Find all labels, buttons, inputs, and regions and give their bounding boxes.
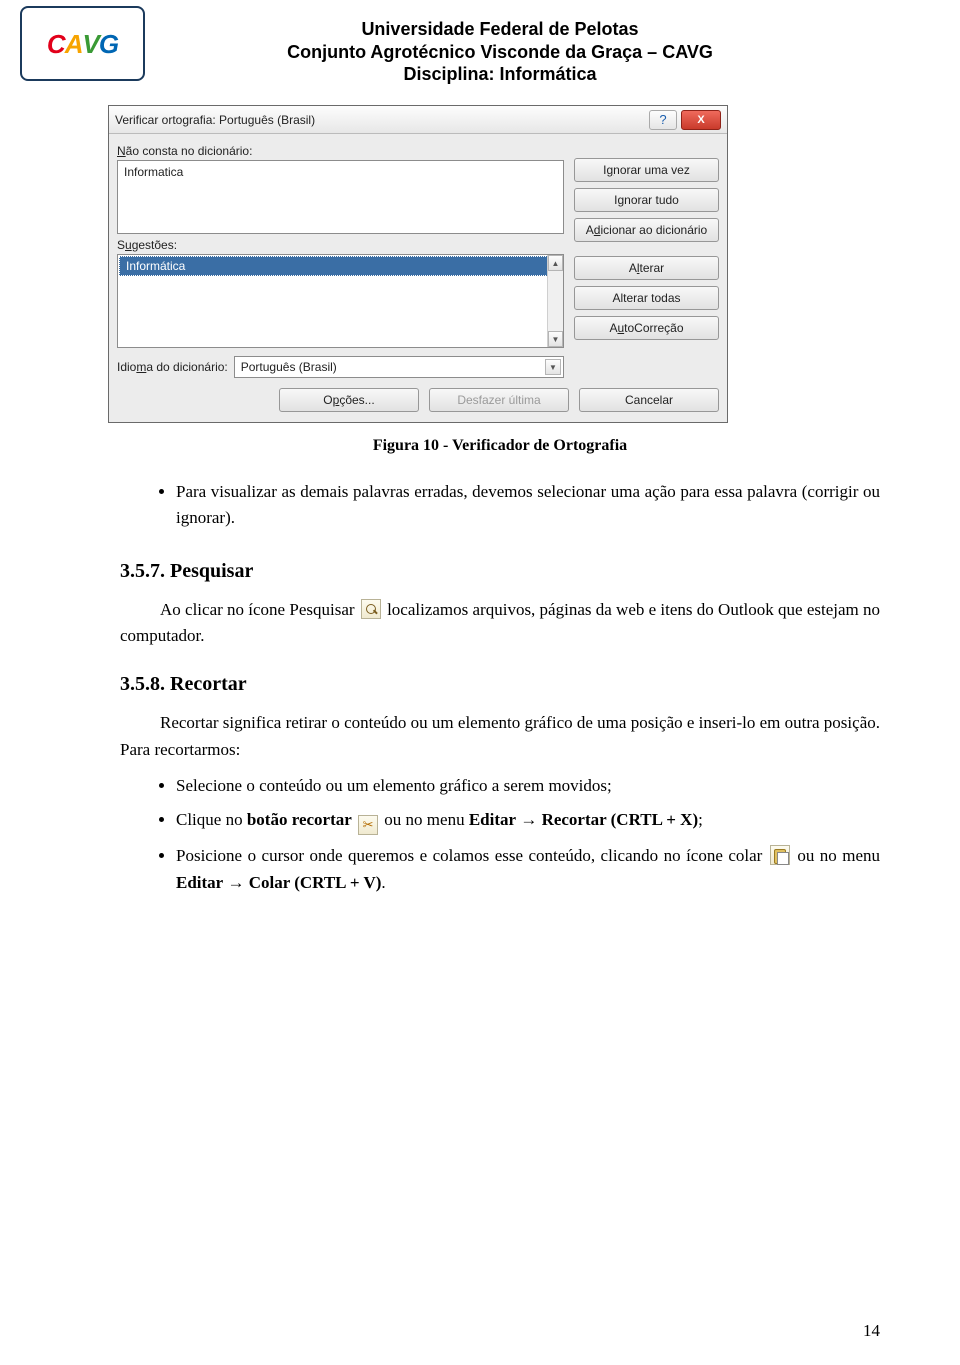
logo-letter-c: C xyxy=(47,31,65,57)
section-title: Recortar xyxy=(170,673,247,695)
close-icon: X xyxy=(697,114,704,126)
dialog-title: Verificar ortografia: Português (Brasil) xyxy=(115,113,315,127)
cavg-logo: C A V G xyxy=(20,6,145,81)
logo-letter-g: G xyxy=(99,31,118,57)
dictionary-language-select[interactable]: Português (Brasil) ▼ xyxy=(234,356,564,378)
cancel-button[interactable]: Cancelar xyxy=(579,388,719,412)
not-in-dictionary-label: Não consta no dicionário: xyxy=(117,144,564,158)
bullet-list-2: Selecione o conteúdo ou um elemento gráf… xyxy=(120,769,880,900)
suggestion-item-selected[interactable]: Informática xyxy=(119,256,562,276)
section-title: Pesquisar xyxy=(170,560,253,582)
dropdown-icon[interactable]: ▼ xyxy=(545,359,561,375)
change-all-button[interactable]: Alterar todas xyxy=(574,286,719,310)
paragraph-358: Recortar significa retirar o conteúdo ou… xyxy=(120,710,880,763)
scroll-up-icon[interactable]: ▲ xyxy=(548,255,563,271)
help-button[interactable]: ? xyxy=(649,110,677,130)
autocorrect-button[interactable]: AutoCorreção xyxy=(574,316,719,340)
list-item: Posicione o cursor onde queremos e colam… xyxy=(176,839,880,900)
help-icon: ? xyxy=(659,112,666,127)
suggestions-listbox[interactable]: Informática ▲ ▼ xyxy=(117,254,564,348)
logo-letter-a: A xyxy=(65,31,83,57)
scroll-down-icon[interactable]: ▼ xyxy=(548,331,563,347)
bullet-list-1: Para visualizar as demais palavras errad… xyxy=(120,475,880,536)
paragraph-357: Ao clicar no ícone Pesquisar localizamos… xyxy=(120,597,880,650)
figure-caption: Figura 10 - Verificador de Ortografia xyxy=(120,437,880,455)
misspelled-word: Informatica xyxy=(124,165,183,179)
section-number: 3.5.8. xyxy=(120,673,165,695)
options-button[interactable]: Opções... xyxy=(279,388,419,412)
close-button[interactable]: X xyxy=(681,110,721,130)
logo-letter-v: V xyxy=(82,31,98,57)
suggestions-label: Sugestões: xyxy=(117,238,564,252)
section-number: 3.5.7. xyxy=(120,560,165,582)
list-item: Clique no botão recortar ✂ ou no menu Ed… xyxy=(176,803,880,839)
logo-letters: C A V G xyxy=(47,31,118,57)
scissors-icon: ✂ xyxy=(358,815,378,835)
section-heading-358: 3.5.8. Recortar xyxy=(120,673,880,696)
header-text: Universidade Federal de Pelotas Conjunto… xyxy=(120,18,880,86)
header-line-3: Disciplina: Informática xyxy=(120,63,880,86)
document-header: C A V G Universidade Federal de Pelotas … xyxy=(120,0,880,95)
add-to-dictionary-button[interactable]: Adicionar ao dicionário xyxy=(574,218,719,242)
arrow-icon: → xyxy=(227,873,244,892)
language-selected: Português (Brasil) xyxy=(241,360,337,374)
search-icon xyxy=(361,599,381,619)
header-line-1: Universidade Federal de Pelotas xyxy=(120,18,880,41)
section-heading-357: 3.5.7. Pesquisar xyxy=(120,560,880,583)
scrollbar[interactable]: ▲ ▼ xyxy=(547,255,563,347)
list-item: Para visualizar as demais palavras errad… xyxy=(176,475,880,536)
list-item: Selecione o conteúdo ou um elemento gráf… xyxy=(176,769,880,803)
page-number: 14 xyxy=(863,1321,880,1341)
dictionary-language-label: Idioma do dicionário: xyxy=(117,360,228,374)
paste-icon xyxy=(770,845,790,865)
change-button[interactable]: Alterar xyxy=(574,256,719,280)
ignore-all-button[interactable]: Ignorar tudo xyxy=(574,188,719,212)
header-line-2: Conjunto Agrotécnico Visconde da Graça –… xyxy=(120,41,880,64)
not-in-dictionary-field[interactable]: Informatica xyxy=(117,160,564,234)
ignore-once-button[interactable]: Ignorar uma vez xyxy=(574,158,719,182)
arrow-icon: → xyxy=(520,810,537,829)
spellcheck-dialog: Verificar ortografia: Português (Brasil)… xyxy=(108,105,728,423)
undo-last-button: Desfazer última xyxy=(429,388,569,412)
dialog-titlebar: Verificar ortografia: Português (Brasil)… xyxy=(109,106,727,134)
para-357-a: Ao clicar no ícone Pesquisar xyxy=(160,600,355,619)
